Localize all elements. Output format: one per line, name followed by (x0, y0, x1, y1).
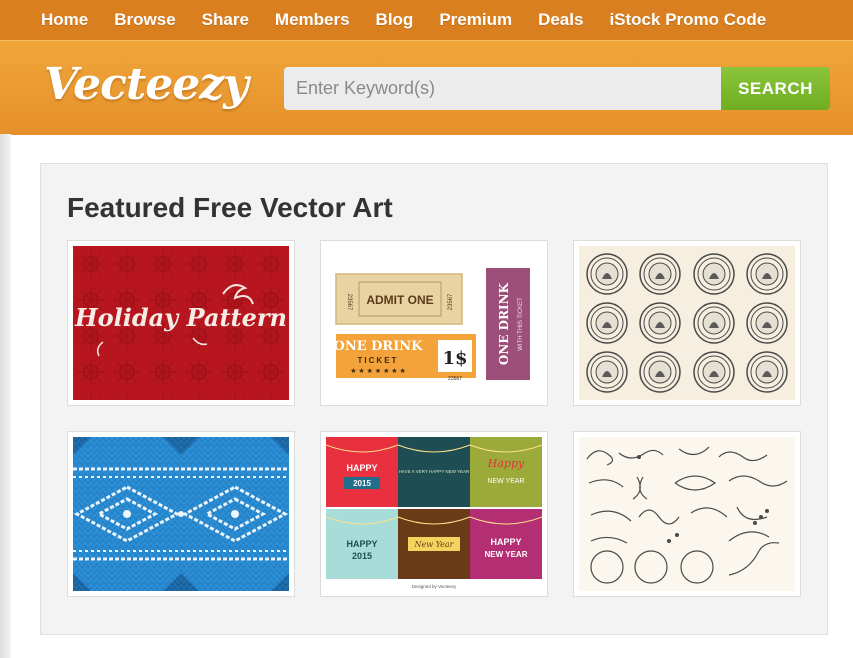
badge-icon (693, 302, 735, 344)
badge-icon (639, 302, 681, 344)
featured-item-knit-pattern[interactable] (67, 431, 295, 597)
holiday-pattern-image: Holiday Pattern (73, 246, 289, 400)
ticket-serial-1: 23567 (346, 294, 352, 311)
ticket-drink2-text: ONE DRINK (497, 282, 511, 365)
badge-icon (586, 302, 628, 344)
featured-item-tickets[interactable]: ADMIT ONE 23567 23567 ONE DRINK TICKET ★… (320, 240, 548, 406)
nav-premium[interactable]: Premium (439, 10, 512, 30)
top-nav: Home Browse Share Members Blog Premium D… (0, 0, 853, 40)
card-happy-text: HAPPY (346, 463, 377, 473)
badge-icon (586, 253, 628, 295)
badge-icon (746, 302, 788, 344)
featured-item-holiday-pattern[interactable]: Holiday Pattern (67, 240, 295, 406)
nav-istock-promo[interactable]: iStock Promo Code (609, 10, 766, 30)
card-happy3-text: HAPPY (490, 537, 521, 547)
featured-item-badges[interactable] (573, 240, 801, 406)
ornaments-image (579, 437, 795, 591)
ticket-with-ticket-text: WITH THIS TICKET (518, 297, 524, 351)
featured-title: Featured Free Vector Art (67, 192, 393, 223)
holiday-pattern-caption: Holiday Pattern (74, 303, 287, 332)
nav-members[interactable]: Members (275, 10, 350, 30)
ticket-price-text: 1$ (442, 348, 467, 369)
new-year-cards-image: HAPPY 2015 HAVE A VERY HAPPY NEW YEAR Ha… (326, 437, 542, 591)
tickets-image: ADMIT ONE 23567 23567 ONE DRINK TICKET ★… (326, 246, 542, 400)
ticket-ticket-text: TICKET (358, 356, 399, 365)
badge-icon (746, 253, 788, 295)
nav-home[interactable]: Home (41, 10, 88, 30)
badge-icon (693, 253, 735, 295)
card-new-year2-text: NEW YEAR (485, 550, 528, 559)
search-button[interactable]: SEARCH (721, 67, 830, 110)
badge-icon (586, 351, 628, 393)
badge-icon (639, 253, 681, 295)
featured-item-ornaments[interactable] (573, 431, 801, 597)
featured-item-new-year-cards[interactable]: HAPPY 2015 HAVE A VERY HAPPY NEW YEAR Ha… (320, 431, 548, 597)
svg-text:Happy: Happy (487, 457, 525, 470)
ticket-admit-text: ADMIT ONE (366, 293, 433, 307)
site-header: Vecteezy SEARCH (0, 40, 853, 135)
badges-image (579, 246, 795, 400)
site-logo[interactable]: Vecteezy (44, 59, 249, 110)
svg-text:★ ★ ★ ★ ★ ★ ★: ★ ★ ★ ★ ★ ★ ★ (350, 367, 406, 375)
featured-panel: Featured Free Vector Art Holiday Pattern (40, 163, 828, 635)
card-happy2-text: HAPPY (346, 539, 377, 549)
knit-pattern-image (73, 437, 289, 591)
nav-deals[interactable]: Deals (538, 10, 583, 30)
card-new-year-text: NEW YEAR (487, 478, 524, 485)
page-edge (0, 134, 11, 658)
ticket-serial-3: 23567 (448, 376, 462, 382)
search-input[interactable] (284, 67, 721, 110)
svg-text:New Year: New Year (413, 540, 454, 549)
badge-icon (639, 351, 681, 393)
search-bar: SEARCH (284, 67, 830, 110)
card-credit-text: Designed by Vecteezy (412, 584, 457, 589)
badge-icon (746, 351, 788, 393)
card-very-happy-text: HAVE A VERY HAPPY NEW YEAR (399, 469, 470, 474)
nav-blog[interactable]: Blog (376, 10, 414, 30)
card-2015b-text: 2015 (352, 551, 372, 561)
badge-icon (693, 351, 735, 393)
ticket-serial-2: 23567 (448, 293, 454, 310)
card-2015-text: 2015 (353, 479, 371, 488)
ticket-drink-text: ONE DRINK (334, 339, 424, 354)
nav-share[interactable]: Share (202, 10, 249, 30)
nav-browse[interactable]: Browse (114, 10, 175, 30)
